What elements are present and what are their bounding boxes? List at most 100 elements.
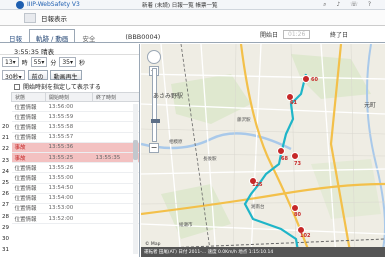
- col-header-end[interactable]: 終了時刻: [92, 92, 139, 102]
- marker-label-60: 60: [311, 77, 318, 83]
- cell-start-time: 13:55:36: [45, 142, 93, 153]
- marker-label-102: 102: [300, 233, 311, 239]
- map-marker-68[interactable]: [277, 147, 285, 155]
- map-label-station2: 長後駅: [203, 157, 217, 162]
- row-number: 21: [2, 135, 9, 142]
- map-label-area2: 湘南台: [251, 205, 265, 210]
- table-row[interactable]: 位置情報 13:55:59: [11, 111, 139, 123]
- title-bar: IIIP-WebSafety V3 新着 (未読) 日報一覧 帳票一覧 ⌕ ♪ …: [0, 0, 385, 10]
- play-video-button[interactable]: 動画再生: [49, 69, 82, 81]
- list-scrollbar[interactable]: [133, 104, 138, 254]
- prev-button[interactable]: 前の: [27, 69, 48, 81]
- table-row[interactable]: 位置情報 13:55:58: [11, 121, 139, 133]
- row-number: 28: [2, 213, 9, 220]
- table-row[interactable]: 位置情報 13:53:00: [11, 203, 139, 215]
- current-time-header: 3:55:35 晴表: [0, 44, 139, 56]
- start-time-field[interactable]: 01:26: [283, 30, 311, 39]
- vehicle-code: (BBB0004): [125, 33, 161, 41]
- hour-select[interactable]: 13▾: [2, 56, 19, 67]
- row-number: 26: [2, 191, 9, 198]
- page-title: 日報表示: [41, 14, 67, 23]
- pan-control[interactable]: [147, 50, 161, 64]
- map-label-north: 元町: [364, 102, 377, 109]
- zoom-out-button[interactable]: −: [149, 143, 159, 153]
- scrollbar-thumb[interactable]: [133, 140, 138, 160]
- cell-start-time: 13:55:59: [45, 111, 93, 123]
- table-row[interactable]: 位置情報 13:55:57: [11, 132, 139, 143]
- cell-status: 事故: [11, 142, 46, 153]
- map-label-area1: 相模原: [169, 140, 183, 145]
- table-row[interactable]: 位置情報 13:55:00: [11, 172, 139, 184]
- map-marker-73[interactable]: [291, 152, 299, 160]
- table-row[interactable]: 事故 13:55:36: [11, 142, 139, 153]
- row-number: 20: [2, 124, 9, 130]
- start-time-checkbox-row[interactable]: 開始時刻を指定して表示する: [0, 81, 139, 92]
- map-view[interactable]: + − あさみ野駅 藤沢駅 長後駅 相模原 湘南台 綾瀬市 元町 60 61 6…: [141, 44, 385, 257]
- marker-label-68: 68: [281, 156, 288, 162]
- cell-start-time: 13:55:26: [45, 162, 93, 174]
- cell-status: 位置情報: [11, 203, 46, 215]
- marker-label-73: 73: [294, 161, 301, 167]
- cell-start-time: 13:55:58: [45, 121, 93, 133]
- map-canvas: [141, 44, 385, 257]
- minute-unit: 分: [50, 56, 57, 67]
- table-row[interactable]: 位置情報 13:54:00: [11, 193, 139, 204]
- map-label-park: あさみ野駅: [153, 93, 184, 100]
- map-marker-60[interactable]: [302, 75, 310, 83]
- start-date-label: 開始日: [260, 32, 279, 39]
- tab-safety[interactable]: 安全: [75, 29, 102, 43]
- end-date-label: 終了日: [330, 32, 349, 39]
- table-header-row: 状態 開始時刻 終了時刻: [11, 92, 139, 102]
- cell-status: 位置情報: [11, 213, 46, 225]
- marker-label-61: 61: [290, 100, 297, 106]
- map-status-bar: 運転者 田尾(AT) 日付 2011-... 速度 0.0Km/h 地点 1:1…: [141, 247, 385, 257]
- help-icon[interactable]: ?: [368, 1, 371, 9]
- row-number: 25: [2, 180, 9, 186]
- hour-unit: 時: [21, 56, 28, 67]
- app-name: IIIP-WebSafety V3: [27, 1, 80, 8]
- tab-track-video[interactable]: 軌跡 / 動画: [29, 29, 76, 43]
- track-table-body: 位置情報 13:56:00 位置情報 13:55:59 位置情報 13:55:58 位置情報…: [11, 101, 139, 225]
- cell-start-time: 13:53:00: [45, 203, 93, 215]
- cell-start-time: 13:54:00: [45, 193, 93, 204]
- row-number: 30: [2, 236, 9, 242]
- map-label-area3: 綾瀬市: [179, 223, 193, 228]
- table-row[interactable]: 位置情報 13:55:26: [11, 162, 139, 174]
- bell-icon[interactable]: ♪: [336, 1, 340, 9]
- zoom-slider[interactable]: [151, 68, 160, 142]
- row-number: 29: [2, 224, 9, 231]
- second-select[interactable]: 35▾: [59, 56, 76, 67]
- cell-start-time: 13:55:57: [45, 132, 93, 143]
- map-marker-80[interactable]: [291, 204, 299, 212]
- start-time-checkbox-label: 開始時刻を指定して表示する: [23, 84, 101, 91]
- tab-bar: 日報 軌跡 / 動画 安全 (BBB0004) 開始日 01:26 終了日: [0, 27, 385, 43]
- table-row[interactable]: 位置情報 13:56:00: [11, 101, 139, 113]
- table-row[interactable]: 位置情報 13:52:00: [11, 213, 139, 225]
- col-header-status[interactable]: 状態: [11, 92, 46, 102]
- zoom-slider-knob[interactable]: [151, 119, 160, 123]
- interval-select[interactable]: 30秒▾: [2, 69, 25, 81]
- menu-toggle-button[interactable]: [24, 12, 36, 23]
- cell-status: 位置情報: [11, 193, 46, 204]
- row-number: 31: [2, 247, 9, 254]
- interval-row: 30秒▾ 前の 動画再生: [0, 68, 139, 81]
- minute-select[interactable]: 55▾: [30, 56, 48, 67]
- col-header-start[interactable]: 開始時刻: [45, 92, 93, 102]
- search-icon[interactable]: ⌕: [323, 1, 326, 9]
- menu-bar: 日報表示: [0, 10, 385, 26]
- cell-status: 事故: [11, 152, 46, 164]
- start-time-checkbox[interactable]: [14, 83, 20, 90]
- row-number: 27: [2, 202, 9, 209]
- table-row[interactable]: 事故 13:55:25 13:55:35: [11, 152, 139, 164]
- app-logo-icon: [16, 0, 24, 9]
- cell-start-time: 13:54:50: [45, 183, 93, 194]
- cell-start-time: 13:55:25: [45, 152, 93, 164]
- track-list-panel: 3:55:35 晴表 13▾ 時 55▾ 分 35▾ 秒 30秒▾ 前の 動画再…: [0, 44, 140, 257]
- marker-label-125: 125: [252, 182, 263, 188]
- cell-status: 位置情報: [11, 101, 46, 113]
- phone-icon[interactable]: ☏: [350, 1, 358, 9]
- table-row[interactable]: 位置情報 13:54:50: [11, 183, 139, 194]
- header-nav-links[interactable]: 新着 (未読) 日報一覧 帳票一覧: [142, 1, 218, 9]
- tab-daily-report[interactable]: 日報: [2, 29, 29, 43]
- row-number: 24: [2, 168, 9, 175]
